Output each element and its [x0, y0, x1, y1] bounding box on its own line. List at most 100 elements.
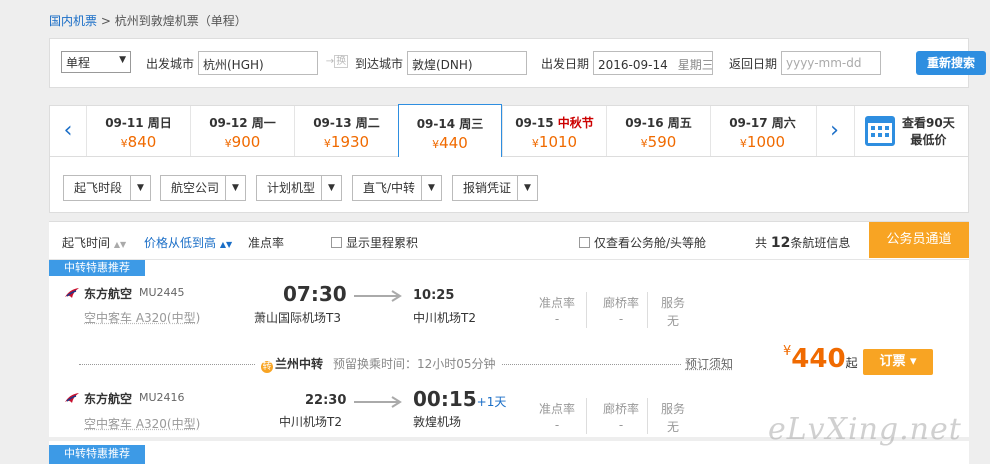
service-value: 无 — [666, 314, 679, 328]
week-label: 周五 — [667, 116, 692, 130]
filter-label: 起飞时段 — [74, 181, 123, 195]
civil-servant-button[interactable]: 公务员通道 — [869, 222, 969, 258]
return-date-input[interactable]: yyyy-mm-dd — [781, 51, 881, 75]
swap-cities-icon[interactable]: → 换 — [323, 55, 351, 69]
currency-symbol: ¥ — [531, 137, 539, 150]
sort-arrows-icon: ▲▼ — [219, 240, 233, 249]
sort-label: 准点率 — [248, 236, 285, 250]
flight-number: MU2416 — [139, 391, 185, 404]
booking-notice-link[interactable]: 预订须知 — [681, 355, 738, 372]
chevron-down-icon: ▼ — [130, 176, 150, 200]
bridge-value: - — [618, 418, 624, 432]
promo-tag: 中转特惠推荐 — [49, 260, 145, 276]
chevron-down-icon: ▼ — [119, 55, 126, 65]
sort-bar: 起飞时间 ▲▼ 价格从低到高 ▲▼ 准点率 显示里程累积 仅查看公务舱/头等舱 … — [49, 221, 969, 259]
depart-date-value: 2016-09-14 — [598, 58, 668, 72]
date-price: 840 — [127, 133, 157, 151]
breadcrumb-separator: > — [97, 14, 115, 28]
to-city-label: 到达城市 — [355, 57, 404, 71]
sort-label: 价格从低到高 — [144, 236, 217, 250]
flight-arrow-icon — [354, 290, 402, 302]
date-price: 440 — [439, 134, 468, 152]
depart-date-label: 出发日期 — [541, 57, 590, 71]
calendar-line1: 查看90天 — [902, 116, 955, 130]
week-label: 周日 — [147, 116, 172, 130]
airline-name: 东方航空 — [84, 287, 133, 301]
date-label: 09-16 — [625, 116, 664, 130]
date-cell-selected[interactable]: 09-14 周三 ¥440 — [398, 104, 502, 157]
transfer-info: 转兰州中转 预留换乘时间：12小时05分钟 — [255, 355, 502, 373]
week-label: 周六 — [771, 116, 796, 130]
filter-depart-time[interactable]: 起飞时段 ▼ — [63, 175, 151, 201]
service-label: 服务 — [660, 402, 685, 416]
from-city-label: 出发城市 — [146, 57, 195, 71]
return-date-label: 返回日期 — [729, 57, 778, 71]
book-button[interactable]: 订票 ▾ — [863, 349, 933, 375]
chevron-down-icon: ▼ — [517, 176, 537, 200]
count-prefix: 共 — [755, 236, 768, 250]
filter-direct-transfer[interactable]: 直飞/中转 ▼ — [352, 175, 442, 201]
checkbox-icon — [331, 237, 342, 248]
count-value: 12 — [770, 235, 791, 251]
business-only-checkbox[interactable]: 仅查看公务舱/头等舱 — [579, 234, 706, 251]
filter-plane-type[interactable]: 计划机型 ▼ — [256, 175, 342, 201]
depart-date-input[interactable]: 2016-09-14 星期三 — [593, 51, 713, 75]
flight-result: 中转特惠推荐 东方航空 MU2445 空中客车 A320(中型) 07:30 萧… — [49, 259, 969, 437]
date-price: 1000 — [746, 133, 786, 151]
to-city-input[interactable]: 敦煌(DNH) — [407, 51, 527, 75]
currency-symbol: ¥ — [323, 137, 331, 150]
filter-label: 计划机型 — [267, 181, 316, 195]
sort-price[interactable]: 价格从低到高 ▲▼ — [144, 234, 232, 251]
price: ¥440起 — [783, 344, 858, 374]
currency-symbol: ¥ — [739, 137, 747, 150]
search-bar: 单程 ▼ 出发城市 杭州(HGH) → 换 到达城市 敦煌(DNH) 出发日期 2… — [49, 38, 986, 88]
search-button[interactable]: 重新搜索 — [916, 51, 986, 75]
currency-symbol: ¥ — [640, 137, 648, 150]
on-time-value: - — [554, 418, 560, 432]
price-value: 440 — [791, 344, 846, 374]
prev-dates-icon[interactable]: ‹ — [50, 106, 86, 156]
date-label: 09-17 — [729, 116, 768, 130]
week-label: 周二 — [355, 116, 380, 130]
date-cell[interactable]: 09-16 周五 ¥590 — [606, 106, 710, 156]
trip-type-select[interactable]: 单程 ▼ — [61, 51, 131, 73]
date-price: 1010 — [538, 133, 578, 151]
currency-symbol: ¥ — [224, 137, 232, 150]
checkbox-label: 仅查看公务舱/头等舱 — [594, 236, 707, 250]
on-time-label: 准点率 — [538, 402, 575, 416]
plane-type-link[interactable]: 空中客车 A320(中型) — [84, 309, 200, 326]
watermark: eLvXing.net — [768, 412, 962, 447]
checkbox-icon — [579, 237, 590, 248]
date-cell[interactable]: 09-13 周二 ¥1930 — [294, 106, 398, 156]
low-price-calendar[interactable]: 查看90天 最低价 — [854, 106, 968, 156]
date-cell[interactable]: 09-12 周一 ¥900 — [190, 106, 294, 156]
plane-type-link[interactable]: 空中客车 A320(中型) — [84, 415, 200, 432]
date-cell[interactable]: 09-15 中秋节 ¥1010 — [502, 106, 606, 156]
from-city-input[interactable]: 杭州(HGH) — [198, 51, 318, 75]
date-label: 09-15 — [515, 116, 554, 130]
date-cell[interactable]: 09-11 周日 ¥840 — [86, 106, 190, 156]
next-dates-icon[interactable]: › — [816, 106, 852, 156]
filter-airline[interactable]: 航空公司 ▼ — [160, 175, 246, 201]
bridge-label: 廊桥率 — [602, 402, 639, 416]
date-label: 09-13 — [313, 116, 352, 130]
transfer-city: 兰州中转 — [275, 357, 324, 371]
plus-day: +1天 — [476, 395, 507, 409]
service-value: 无 — [666, 420, 679, 434]
date-cell[interactable]: 09-17 周六 ¥1000 — [710, 106, 814, 156]
china-eastern-logo-icon — [65, 288, 79, 298]
filter-receipt[interactable]: 报销凭证 ▼ — [452, 175, 538, 201]
divider — [647, 292, 648, 328]
checkbox-label: 显示里程累积 — [346, 236, 419, 250]
breadcrumb-root-link[interactable]: 国内机票 — [49, 14, 97, 28]
flight-count: 共 12条航班信息 — [755, 234, 850, 251]
price-suffix: 起 — [845, 356, 858, 370]
breadcrumb: 国内机票 > 杭州到敦煌机票（单程） — [49, 12, 247, 29]
show-mileage-checkbox[interactable]: 显示里程累积 — [331, 234, 418, 251]
currency-symbol: ¥ — [120, 137, 128, 150]
on-time-value: - — [554, 312, 560, 326]
sort-depart-time[interactable]: 起飞时间 ▲▼ — [62, 234, 126, 251]
promo-tag: 中转特惠推荐 — [49, 445, 145, 464]
depart-airport: 萧山国际机场T3 — [254, 311, 341, 325]
sort-on-time[interactable]: 准点率 — [248, 234, 284, 251]
